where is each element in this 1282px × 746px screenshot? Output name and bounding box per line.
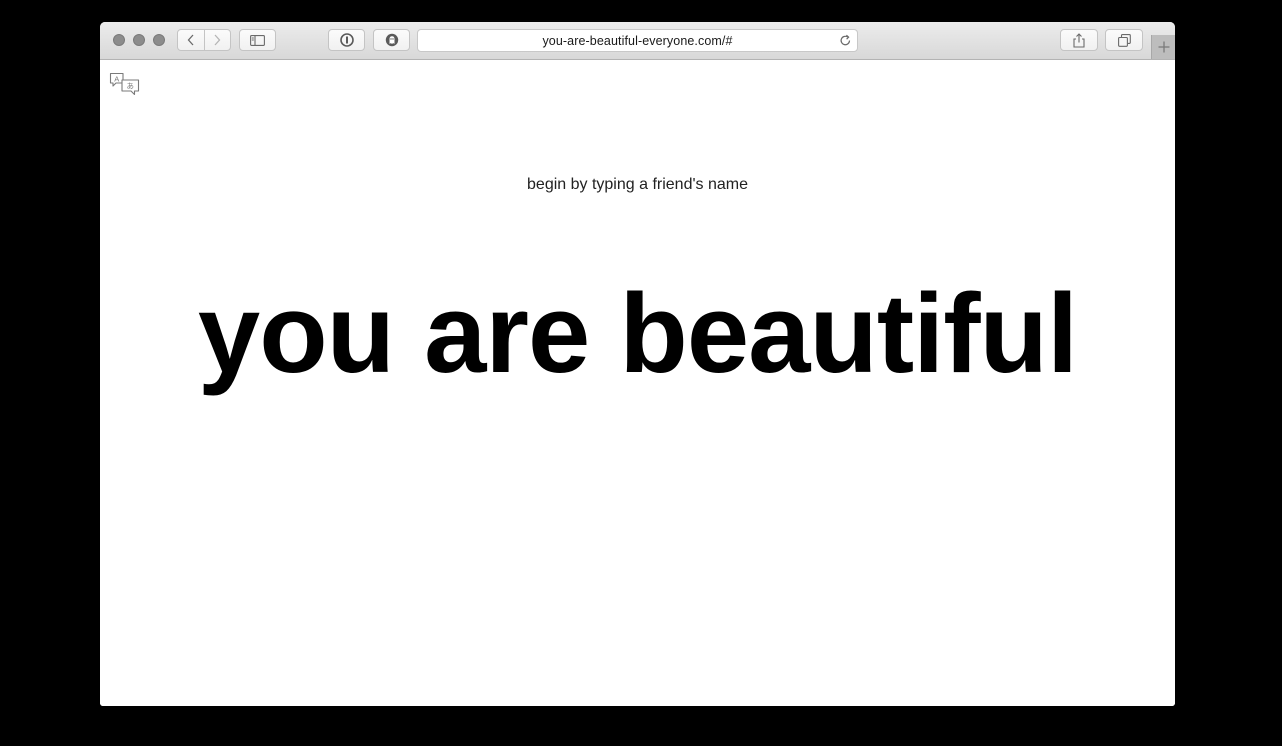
address-bar[interactable]: you-are-beautiful-everyone.com/# xyxy=(417,29,858,52)
plus-icon xyxy=(1158,41,1169,53)
browser-toolbar: you-are-beautiful-everyone.com/# xyxy=(100,22,1175,60)
sidebar-icon xyxy=(250,34,265,46)
minimize-window-button[interactable] xyxy=(133,34,145,46)
back-button[interactable] xyxy=(178,30,205,50)
new-tab-button[interactable] xyxy=(1151,35,1175,59)
headline[interactable]: you are beautiful xyxy=(100,278,1175,390)
url-text: you-are-beautiful-everyone.com/# xyxy=(542,34,733,48)
share-button[interactable] xyxy=(1060,29,1098,51)
navigation-buttons xyxy=(177,29,231,51)
password-manager-icon xyxy=(339,33,354,47)
reload-icon[interactable] xyxy=(839,34,852,47)
svg-text:A: A xyxy=(114,74,119,83)
password-manager-button[interactable] xyxy=(328,29,365,51)
chevron-right-icon xyxy=(214,34,221,46)
svg-text:あ: あ xyxy=(126,82,134,91)
translate-icon[interactable]: A あ xyxy=(109,72,141,98)
tab-overview-icon xyxy=(1117,33,1131,47)
browser-window: you-are-beautiful-everyone.com/# A あ beg… xyxy=(100,22,1175,706)
close-window-button[interactable] xyxy=(113,34,125,46)
share-icon xyxy=(1073,32,1085,48)
chevron-left-icon xyxy=(187,34,194,46)
tab-overview-button[interactable] xyxy=(1105,29,1143,51)
typing-prompt: begin by typing a friend's name xyxy=(527,176,748,193)
extension-button[interactable] xyxy=(373,29,410,51)
page-content: A あ begin by typing a friend's name you … xyxy=(100,60,1175,706)
forward-button[interactable] xyxy=(205,30,231,50)
ghostery-icon xyxy=(385,33,398,47)
zoom-window-button[interactable] xyxy=(153,34,165,46)
sidebar-button[interactable] xyxy=(239,29,276,51)
